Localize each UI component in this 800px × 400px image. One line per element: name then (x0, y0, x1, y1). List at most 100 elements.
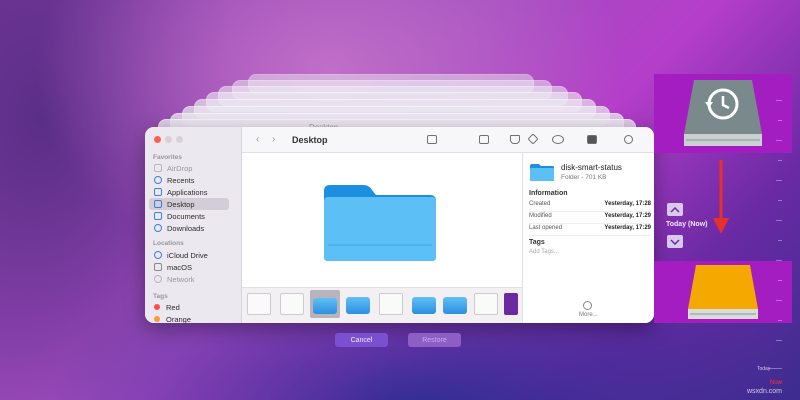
timeline-tick[interactable] (778, 280, 782, 281)
more-icon[interactable] (583, 301, 592, 310)
sidebar-item-network[interactable]: Network (149, 273, 229, 285)
item-name: disk-smart-status (561, 163, 622, 172)
disk-icon (154, 263, 162, 271)
sidebar-item-recents[interactable]: Recents (149, 174, 229, 186)
timeline-tick[interactable] (776, 220, 782, 221)
sidebar-tag-orange[interactable]: Orange (149, 313, 229, 323)
sidebar-item-label: Downloads (167, 223, 205, 233)
globe-icon (154, 275, 162, 283)
back-icon[interactable]: ‹ (256, 134, 259, 145)
timeline-today-label: Today (757, 366, 771, 372)
today-now-label: Today (Now) (666, 221, 708, 228)
sidebar-item-label: Red (166, 302, 180, 312)
close-button[interactable] (154, 136, 161, 143)
restore-button[interactable]: Restore (408, 333, 461, 347)
chevron-up-icon (670, 206, 680, 213)
locations-heading: Locations (153, 240, 184, 247)
minimize-button[interactable] (165, 136, 172, 143)
sidebar-item-icloud-drive[interactable]: iCloud Drive (149, 249, 229, 261)
sidebar-item-desktop[interactable]: Desktop (149, 198, 229, 210)
thumbnail-image[interactable] (504, 293, 518, 315)
arrow-down-icon (713, 160, 729, 234)
finder-window: Favorites AirDrop Recents Applications D… (145, 127, 654, 323)
timeline[interactable] (768, 100, 782, 390)
timeline-tick[interactable] (778, 120, 782, 121)
sidebar-item-label: Network (167, 274, 195, 284)
share-icon[interactable] (510, 135, 520, 144)
folder-icon (530, 164, 554, 181)
gallery-preview (242, 153, 522, 293)
timeline-tick[interactable] (778, 200, 782, 201)
folder-icon (324, 185, 436, 261)
sidebar-tag-red[interactable]: Red (149, 301, 229, 313)
tags-heading: Tags (529, 239, 545, 246)
thumbnail-document[interactable] (247, 293, 271, 315)
timeline-tick[interactable] (776, 300, 782, 301)
thumbnail-folder[interactable] (443, 297, 467, 314)
forward-icon[interactable]: › (272, 134, 275, 145)
group-icon[interactable] (479, 135, 489, 144)
airdrop-icon (154, 164, 162, 172)
sidebar: Favorites AirDrop Recents Applications D… (145, 127, 242, 323)
item-kind-size: Folder - 701 KB (561, 174, 607, 181)
info-row-modified: Modified Yesterday, 17:29 (529, 213, 651, 224)
search-icon[interactable] (624, 135, 633, 144)
thumbnail-document[interactable] (280, 293, 304, 315)
info-value: Yesterday, 17:29 (604, 225, 651, 231)
document-icon (154, 212, 162, 220)
timeline-tick[interactable] (778, 160, 782, 161)
chevron-down-icon (670, 238, 680, 245)
timeline-tick[interactable] (776, 180, 782, 181)
sidebar-item-documents[interactable]: Documents (149, 210, 229, 222)
thumbnail-selected[interactable] (310, 290, 340, 318)
sidebar-item-label: AirDrop (167, 163, 193, 173)
info-label: Modified (529, 213, 552, 219)
sidebar-item-label: Applications (167, 187, 208, 197)
thumbnail-document[interactable] (379, 293, 403, 315)
more-actions-icon[interactable] (552, 135, 564, 144)
desktop-icon (154, 200, 162, 208)
sidebar-item-airdrop[interactable]: AirDrop (149, 162, 229, 174)
window-title: Desktop (292, 135, 328, 145)
info-row-created: Created Yesterday, 17:28 (529, 201, 651, 212)
favorites-heading: Favorites (153, 154, 182, 161)
timeline-up-button[interactable] (667, 203, 683, 216)
info-row-last-opened: Last opened Yesterday, 17:29 (529, 225, 651, 236)
sidebar-item-label: Desktop (167, 199, 195, 209)
sidebar-item-label: Recents (167, 175, 195, 185)
window-controls (154, 136, 183, 143)
timeline-down-button[interactable] (667, 235, 683, 248)
timeline-tick[interactable] (776, 140, 782, 141)
tag-icon[interactable] (527, 133, 539, 145)
thumbnail-document[interactable] (474, 293, 498, 315)
sidebar-item-macos[interactable]: macOS (149, 261, 229, 273)
info-label: Created (529, 201, 551, 207)
sidebar-item-label: iCloud Drive (167, 250, 208, 260)
zoom-button[interactable] (176, 136, 183, 143)
timeline-tick[interactable] (778, 240, 782, 241)
sidebar-item-applications[interactable]: Applications (149, 186, 229, 198)
thumbnail-folder[interactable] (346, 297, 370, 314)
sidebar-item-downloads[interactable]: Downloads (149, 222, 229, 234)
thumbnail-strip[interactable] (242, 287, 522, 323)
clock-icon (154, 176, 162, 184)
sidebar-item-label: Orange (166, 314, 192, 324)
preview-pane-icon[interactable] (587, 135, 597, 144)
view-mode-icon[interactable] (427, 135, 437, 144)
timeline-tick[interactable] (776, 260, 782, 261)
add-tags-field[interactable]: Add Tags... (529, 249, 559, 255)
tag-dot-icon (154, 316, 160, 322)
info-value: Yesterday, 17:29 (604, 213, 651, 219)
timeline-tick[interactable] (776, 100, 782, 101)
cloud-icon (154, 251, 162, 259)
timeline-tick[interactable] (778, 320, 782, 321)
more-label[interactable]: More... (579, 312, 598, 318)
timeline-now-label: Now (770, 380, 783, 386)
info-label: Last opened (529, 225, 563, 231)
timeline-tick[interactable] (776, 340, 782, 341)
inspector-pane: disk-smart-status Folder - 701 KB Inform… (522, 153, 654, 323)
thumbnail-folder[interactable] (412, 297, 436, 314)
download-icon (154, 224, 162, 232)
cancel-button[interactable]: Cancel (335, 333, 388, 347)
watermark: wsxdn.com (747, 388, 783, 395)
